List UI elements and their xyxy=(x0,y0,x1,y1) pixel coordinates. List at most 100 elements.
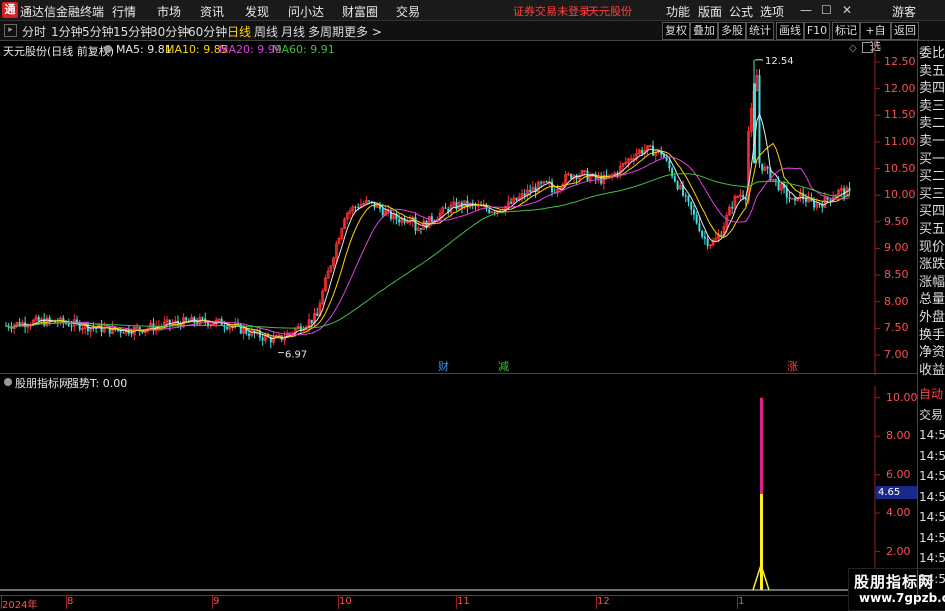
candle-body xyxy=(652,145,655,156)
menu-zixun[interactable]: 资讯 xyxy=(200,3,224,20)
trade-side-8: 14:56 xyxy=(919,551,945,565)
side-label-1: 卖五 xyxy=(919,63,945,79)
candle-body xyxy=(70,325,73,327)
close-icon[interactable]: ✕ xyxy=(842,3,852,17)
candle-body xyxy=(761,163,764,171)
app-logo: 通 xyxy=(2,2,18,18)
event-marker: 财 xyxy=(438,359,449,373)
guest-login[interactable]: 游客 xyxy=(892,3,916,20)
indicator-bar-top xyxy=(760,397,763,494)
indicator-tick-label: 10.00 xyxy=(886,390,918,404)
candle-body xyxy=(414,217,417,231)
candle-body xyxy=(665,158,668,161)
period-weekly[interactable]: 周线 xyxy=(254,23,278,40)
candle-body xyxy=(354,206,357,208)
candle-body xyxy=(690,201,693,210)
tongji-button[interactable]: 统计 xyxy=(746,22,774,40)
price-tick-label: 9.50 xyxy=(884,214,909,228)
candlestick-chart[interactable]: 12.54 6.97 财 减 涨 xyxy=(0,40,918,375)
candle-body xyxy=(671,168,674,177)
period-15min[interactable]: 15分钟 xyxy=(113,23,152,40)
event-marker: 涨 xyxy=(787,360,798,373)
menu-gongshi[interactable]: 公式 xyxy=(729,3,753,20)
biaoji-button[interactable]: 标记 xyxy=(832,22,860,40)
candle-body xyxy=(419,228,422,230)
candle-body xyxy=(444,207,447,209)
indicator-tick-label: 8.00 xyxy=(886,429,911,443)
side-divider-2 xyxy=(917,374,918,595)
restore-icon[interactable]: ☐ xyxy=(821,3,832,17)
menu-caifuquan[interactable]: 财富圈 xyxy=(342,3,378,20)
candle-body xyxy=(247,333,250,336)
trade-side-3: 14:56 xyxy=(919,448,945,463)
side-label-16: 换手 xyxy=(919,327,945,343)
menu-xuanxiang[interactable]: 选项 xyxy=(760,3,784,20)
price-tick-label: 10.00 xyxy=(884,188,916,202)
candle-body xyxy=(545,181,548,183)
menu-faxian[interactable]: 发现 xyxy=(245,3,269,20)
fuquan-button[interactable]: 复权 xyxy=(662,22,690,40)
side-label-12: 涨跌 xyxy=(919,257,945,273)
candle-body xyxy=(706,238,709,246)
trade-side-1: 交易 xyxy=(919,407,944,422)
x-axis-label: 8 xyxy=(67,596,74,607)
candle-body xyxy=(67,323,70,326)
price-tick-label: 12.50 xyxy=(884,55,916,68)
candle-body xyxy=(668,160,671,169)
menu-hangqing[interactable]: 行情 xyxy=(112,3,136,20)
candle-body xyxy=(676,181,679,190)
login-warning[interactable]: 证券交易未登录 xyxy=(513,3,590,19)
candle-body xyxy=(37,317,40,322)
x-axis-tick xyxy=(212,596,213,609)
huaxian-button[interactable]: 画线 xyxy=(776,22,804,40)
menu-gongneng[interactable]: 功能 xyxy=(666,3,690,20)
side-label-9: 买四 xyxy=(919,204,945,220)
period-1min[interactable]: 1分钟 xyxy=(51,23,83,40)
candle-body xyxy=(758,75,761,164)
side-label-11: 现价 xyxy=(919,239,945,255)
back-button[interactable]: 返回 xyxy=(891,22,919,40)
side-label-6: 买一 xyxy=(919,151,945,167)
price-tick-label: 10.50 xyxy=(884,161,916,175)
minimize-icon[interactable]: — xyxy=(800,3,812,17)
period-5min[interactable]: 5分钟 xyxy=(82,23,114,40)
x-axis-tick xyxy=(1,596,2,609)
candle-body xyxy=(804,198,807,202)
period-toolbar: ▸ 分时 1分钟 5分钟 15分钟 30分钟 60分钟 日线 周线 月线 多周期… xyxy=(0,21,945,53)
candle-body xyxy=(684,195,687,197)
candle-body xyxy=(185,317,188,321)
candle-body xyxy=(130,333,133,335)
period-30min[interactable]: 30分钟 xyxy=(150,23,189,40)
indicator-settings-icon[interactable] xyxy=(4,378,12,386)
candle-body xyxy=(523,193,526,196)
x-axis-label: 10 xyxy=(339,596,352,607)
side-label-5: 卖一 xyxy=(919,134,945,149)
indicator-chart[interactable] xyxy=(0,386,918,594)
period-fenshi[interactable]: 分时 xyxy=(22,23,46,40)
candle-body xyxy=(510,201,513,204)
panel-toggle-icon[interactable]: ▸ xyxy=(4,24,17,37)
period-daily[interactable]: 日线 xyxy=(227,23,251,40)
period-multi[interactable]: 多周期 xyxy=(308,23,344,40)
add-watchlist-button[interactable]: +自选 xyxy=(860,22,891,53)
price-tick-label: 8.00 xyxy=(884,294,909,308)
period-60min[interactable]: 60分钟 xyxy=(188,23,227,40)
menu-wenxiaoda[interactable]: 问小达 xyxy=(288,3,324,20)
menu-banmian[interactable]: 版面 xyxy=(698,3,722,20)
menu-shichang[interactable]: 市场 xyxy=(157,3,181,20)
candle-body xyxy=(641,150,644,154)
menu-jiaoyi[interactable]: 交易 xyxy=(396,3,420,20)
period-more[interactable]: 更多 > xyxy=(344,23,382,40)
candle-body xyxy=(821,205,824,208)
diejia-button[interactable]: 叠加 xyxy=(690,22,718,40)
candle-body xyxy=(261,337,264,341)
candle-body xyxy=(570,174,573,179)
side-label-13: 涨幅 xyxy=(919,274,945,290)
candle-body xyxy=(398,219,401,223)
f10-button[interactable]: F10 xyxy=(804,22,830,40)
x-axis-label: 12 xyxy=(597,596,610,607)
trade-side-0: 自动 xyxy=(919,387,944,401)
x-axis-tick xyxy=(456,596,457,609)
period-monthly[interactable]: 月线 xyxy=(281,23,305,40)
duogu-button[interactable]: 多股 xyxy=(718,22,746,40)
